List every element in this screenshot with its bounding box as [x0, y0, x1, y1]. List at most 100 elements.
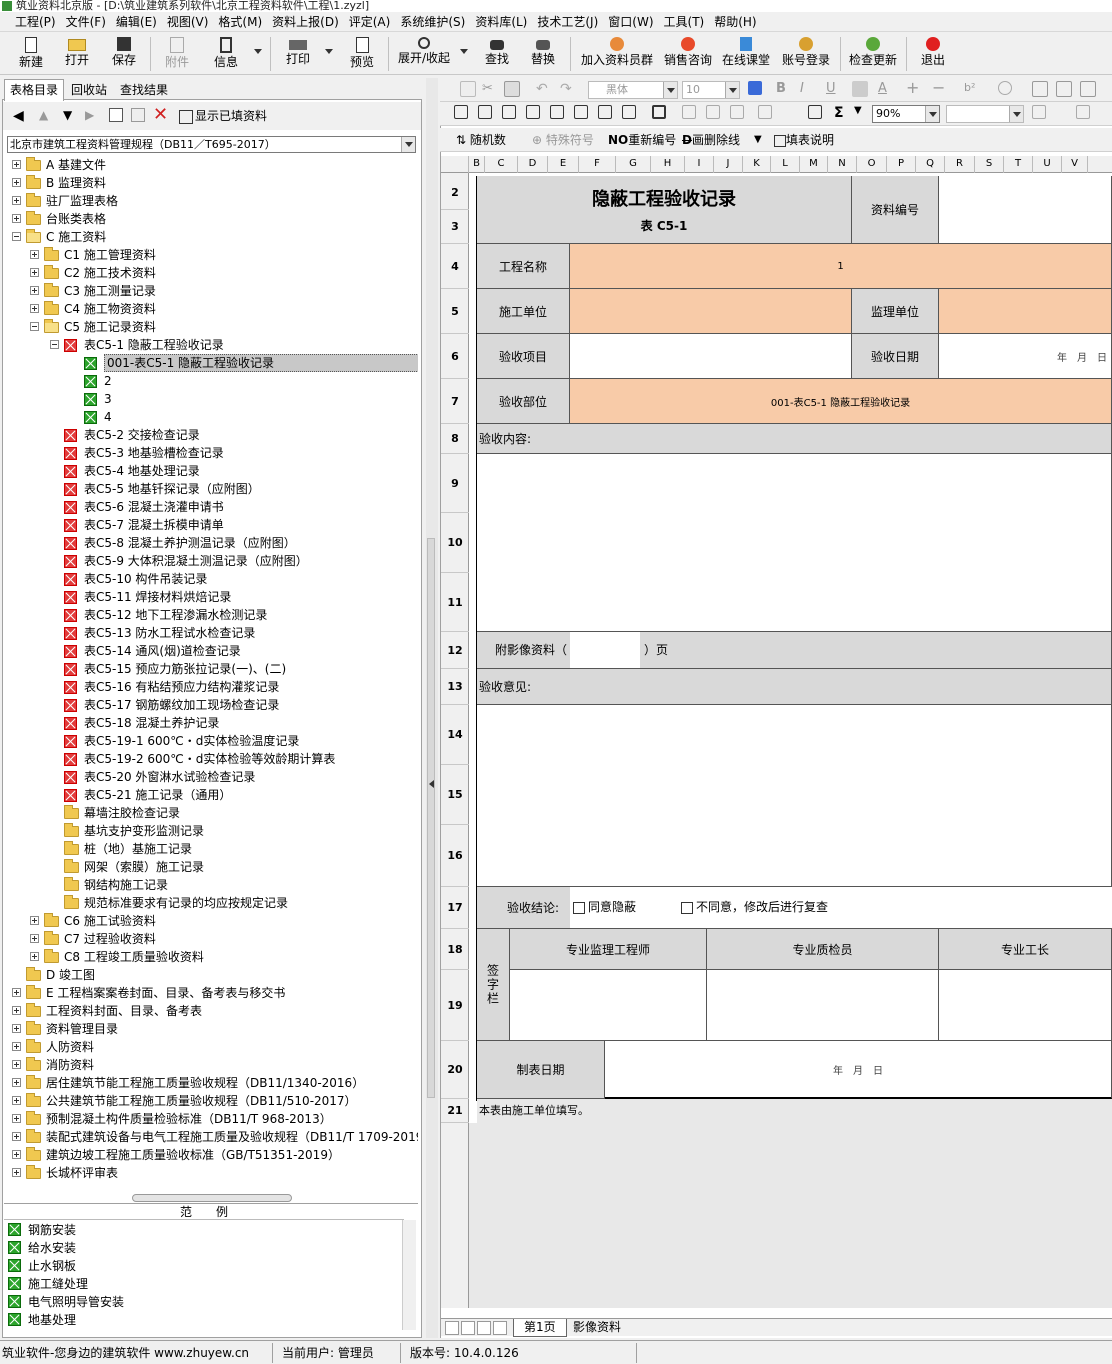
project-name-input[interactable]: 1: [570, 244, 1112, 289]
merge-cells-icon[interactable]: [454, 105, 468, 119]
arrow-down-icon[interactable]: ▼: [63, 108, 72, 122]
tree-item[interactable]: 表C5-12 地下工程渗漏水检测记录: [4, 606, 418, 624]
tag-icon[interactable]: [730, 105, 744, 119]
tree-item[interactable]: 桩（地）基施工记录: [4, 840, 418, 858]
expand-plus-icon[interactable]: [12, 214, 21, 223]
row-header[interactable]: 20: [441, 1041, 469, 1099]
form-title-cell[interactable]: 隐蔽工程验收记录 表 C5-1: [477, 176, 852, 244]
tree-item[interactable]: 建筑边坡工程施工质量验收标准（GB/T51351-2019）: [4, 1146, 418, 1164]
preview-button[interactable]: 预览: [344, 35, 380, 73]
expand-plus-icon[interactable]: [30, 268, 39, 277]
column-header[interactable]: P: [887, 156, 916, 173]
arrow-right-icon[interactable]: ▶: [85, 108, 94, 122]
delete-col-icon[interactable]: [574, 105, 588, 119]
lock-icon[interactable]: [652, 105, 666, 119]
column-header[interactable]: I: [685, 156, 714, 173]
column-header[interactable]: E: [548, 156, 579, 173]
superscript-icon[interactable]: b²: [964, 81, 980, 97]
panel-splitter[interactable]: [426, 78, 438, 1338]
sum-dropdown-icon[interactable]: ▼: [854, 105, 870, 121]
border-icon[interactable]: [758, 105, 772, 119]
last-sheet-icon[interactable]: [493, 1321, 507, 1335]
tree-item[interactable]: 表C5-6 混凝土浇灌申请书: [4, 498, 418, 516]
expand-plus-icon[interactable]: [12, 988, 21, 997]
expand-plus-icon[interactable]: [12, 1042, 21, 1051]
row-header[interactable]: 13: [441, 669, 469, 705]
tree-item[interactable]: C4 施工物资资料: [4, 300, 418, 318]
online-class-button[interactable]: 在线课堂: [720, 35, 772, 73]
row-header[interactable]: 10: [441, 513, 469, 573]
insert-row-icon[interactable]: [502, 105, 516, 119]
sign-supervisor-input[interactable]: [510, 970, 707, 1041]
redo-icon[interactable]: ↷: [560, 81, 576, 97]
content-textarea[interactable]: [477, 454, 1112, 632]
tree-item[interactable]: 3: [4, 390, 418, 408]
row-header[interactable]: 7: [441, 379, 469, 424]
fill-guide-button[interactable]: 填表说明: [774, 131, 834, 149]
new-button[interactable]: 新建: [14, 35, 48, 73]
disagree-checkbox[interactable]: 不同意，修改后进行复查: [678, 887, 1112, 928]
menu-file[interactable]: 文件(F): [61, 12, 111, 32]
save-button[interactable]: 保存: [107, 35, 141, 73]
menu-system[interactable]: 系统维护(S): [395, 12, 470, 32]
tree-item[interactable]: 钢结构施工记录: [4, 876, 418, 894]
column-header[interactable]: K: [743, 156, 771, 173]
find-button[interactable]: 查找: [480, 35, 514, 73]
symbol-icon[interactable]: [998, 81, 1012, 95]
collapse-minus-icon[interactable]: [50, 340, 59, 349]
tree-item[interactable]: E 工程档案案卷封面、目录、备考表与移交书: [4, 984, 418, 1002]
tree-item[interactable]: 表C5-17 钢筋螺纹加工现场检查记录: [4, 696, 418, 714]
supervisor-input[interactable]: [939, 289, 1112, 334]
row-header[interactable]: 15: [441, 765, 469, 825]
tree-item[interactable]: 预制混凝土构件质量检验标准（DB11/T 968-2013）: [4, 1110, 418, 1128]
expand-plus-icon[interactable]: [12, 196, 21, 205]
menu-project[interactable]: 工程(P): [10, 12, 61, 32]
plus-icon[interactable]: +: [906, 80, 922, 97]
menu-tools[interactable]: 工具(T): [659, 12, 710, 32]
expand-plus-icon[interactable]: [30, 916, 39, 925]
expand-plus-icon[interactable]: [12, 1150, 21, 1159]
tree-item[interactable]: 2: [4, 372, 418, 390]
copy-icon[interactable]: [460, 81, 476, 97]
font-size-select[interactable]: 10: [682, 81, 740, 99]
cell-border-icon[interactable]: [1076, 105, 1090, 119]
tree-item[interactable]: 幕墙注胶检查记录: [4, 804, 418, 822]
special-symbol-button[interactable]: ⊕ 特殊符号: [532, 131, 594, 149]
tree-item[interactable]: 规范标准要求有记录的均应按规定记录: [4, 894, 418, 912]
tree-item[interactable]: 资料管理目录: [4, 1020, 418, 1038]
font-color-icon[interactable]: [748, 81, 762, 95]
row-header[interactable]: 8: [441, 424, 469, 454]
tree-item[interactable]: 表C5-5 地基钎探记录（应附图）: [4, 480, 418, 498]
tab-search-results[interactable]: 查找结果: [115, 80, 173, 100]
collapse-left-icon[interactable]: [429, 780, 434, 788]
strike-dropdown-icon[interactable]: ▼: [754, 134, 770, 150]
zoom-select[interactable]: 90%: [872, 105, 940, 123]
tree-item[interactable]: 表C5-7 混凝土拆模申请单: [4, 516, 418, 534]
print-button[interactable]: 打印: [280, 35, 316, 73]
column-header[interactable]: D: [518, 156, 548, 173]
account-login-button[interactable]: 账号登录: [778, 35, 834, 73]
opinion-textarea[interactable]: [477, 705, 1112, 887]
menu-window[interactable]: 窗口(W): [603, 12, 658, 32]
chevron-down-icon[interactable]: [663, 82, 677, 98]
column-header[interactable]: N: [828, 156, 857, 173]
spec-select[interactable]: 北京市建筑工程资料管理规程（DB11／T695-2017）: [7, 136, 416, 153]
row-header[interactable]: 19: [441, 970, 469, 1041]
align-left-icon[interactable]: [1032, 81, 1048, 97]
sheet-tab-images[interactable]: 影像资料: [563, 1319, 631, 1337]
column-header[interactable]: L: [771, 156, 800, 173]
tree-item[interactable]: 表C5-18 混凝土养护记录: [4, 714, 418, 732]
builder-input[interactable]: [570, 289, 852, 334]
tree-item[interactable]: C7 过程验收资料: [4, 930, 418, 948]
column-header[interactable]: V: [1062, 156, 1088, 173]
expand-plus-icon[interactable]: [12, 1078, 21, 1087]
underline-icon[interactable]: U: [826, 81, 842, 97]
tree-item[interactable]: 公共建筑节能工程施工质量验收规程（DB11/510-2017）: [4, 1092, 418, 1110]
tree-item[interactable]: 表C5-19-1 600℃・d实体检验温度记录: [4, 732, 418, 750]
photo-count-input[interactable]: [570, 632, 640, 668]
delete-row-icon[interactable]: [550, 105, 564, 119]
tree-item[interactable]: 表C5-9 大体积混凝土测温记录（应附图）: [4, 552, 418, 570]
tree-item[interactable]: 消防资料: [4, 1056, 418, 1074]
minus-icon[interactable]: −: [932, 80, 948, 97]
made-date-input[interactable]: 年 月 日: [605, 1041, 1112, 1099]
